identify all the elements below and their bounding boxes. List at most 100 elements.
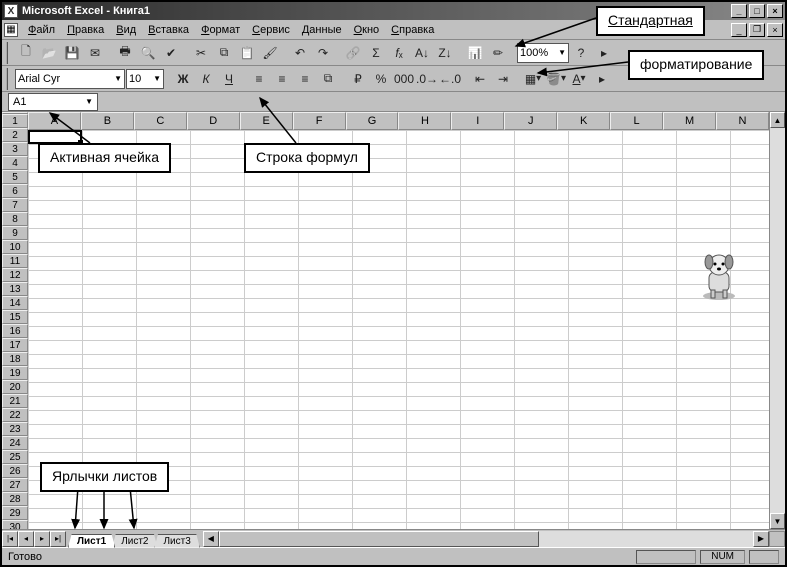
doc-close-button[interactable]: × xyxy=(767,23,783,37)
redo-icon[interactable]: ↷ xyxy=(312,42,334,64)
column-header[interactable]: F xyxy=(293,112,346,130)
row-header[interactable]: 8 xyxy=(2,212,28,226)
row-header[interactable]: 5 xyxy=(2,170,28,184)
row-header[interactable]: 6 xyxy=(2,184,28,198)
row-header[interactable]: 20 xyxy=(2,380,28,394)
borders-icon[interactable]: ▦▾ xyxy=(522,68,544,90)
maximize-button[interactable]: □ xyxy=(749,4,765,18)
new-icon[interactable]: 🗋 xyxy=(15,42,37,64)
menu-вставка[interactable]: Вставка xyxy=(142,22,195,38)
scroll-right-icon[interactable]: ▶ xyxy=(753,531,769,547)
menu-справка[interactable]: Справка xyxy=(385,22,440,38)
sheet-tab[interactable]: Лист2 xyxy=(112,534,157,548)
mail-icon[interactable]: ✉ xyxy=(84,42,106,64)
doc-restore-button[interactable]: ❐ xyxy=(749,23,765,37)
autosum-icon[interactable]: Σ xyxy=(365,42,387,64)
menu-окно[interactable]: Окно xyxy=(348,22,386,38)
copy-icon[interactable]: ⧉ xyxy=(213,42,235,64)
currency-icon[interactable]: ₽ xyxy=(347,68,369,90)
fill-color-icon[interactable]: 🪣▾ xyxy=(545,68,567,90)
vertical-scrollbar[interactable]: ▲ ▼ xyxy=(769,112,785,529)
row-header[interactable]: 10 xyxy=(2,240,28,254)
row-header[interactable]: 26 xyxy=(2,464,28,478)
row-header[interactable]: 14 xyxy=(2,296,28,310)
horizontal-scrollbar[interactable]: ◀ ▶ xyxy=(203,531,769,547)
menu-формат[interactable]: Формат xyxy=(195,22,246,38)
row-header[interactable]: 7 xyxy=(2,198,28,212)
increase-decimal-icon[interactable]: .0→ xyxy=(416,68,438,90)
active-cell-cursor[interactable] xyxy=(28,130,82,144)
tab-prev-icon[interactable]: ◂ xyxy=(18,531,34,547)
scroll-thumb[interactable] xyxy=(219,531,540,547)
menu-вид[interactable]: Вид xyxy=(110,22,142,38)
doc-minimize-button[interactable]: _ xyxy=(731,23,747,37)
menu-сервис[interactable]: Сервис xyxy=(246,22,296,38)
row-header[interactable]: 27 xyxy=(2,478,28,492)
chart-wizard-icon[interactable]: 📊 xyxy=(464,42,486,64)
align-center-icon[interactable]: ≡ xyxy=(271,68,293,90)
comma-icon[interactable]: 000 xyxy=(393,68,415,90)
menu-данные[interactable]: Данные xyxy=(296,22,348,38)
help-icon[interactable]: ? xyxy=(570,42,592,64)
row-header[interactable]: 25 xyxy=(2,450,28,464)
scroll-left-icon[interactable]: ◀ xyxy=(203,531,219,547)
column-header[interactable]: D xyxy=(187,112,240,130)
percent-icon[interactable]: % xyxy=(370,68,392,90)
italic-icon[interactable]: К xyxy=(195,68,217,90)
print-icon[interactable]: 🖶 xyxy=(114,42,136,64)
column-header[interactable]: N xyxy=(716,112,769,130)
row-header[interactable]: 11 xyxy=(2,254,28,268)
menu-правка[interactable]: Правка xyxy=(61,22,110,38)
row-header[interactable]: 16 xyxy=(2,324,28,338)
column-header[interactable]: B xyxy=(81,112,134,130)
row-header[interactable]: 2 xyxy=(2,128,28,142)
column-header[interactable]: J xyxy=(504,112,557,130)
row-header[interactable]: 9 xyxy=(2,226,28,240)
decrease-decimal-icon[interactable]: ←.0 xyxy=(439,68,461,90)
toolbar-more-icon[interactable]: ▸ xyxy=(593,42,615,64)
row-header[interactable]: 15 xyxy=(2,310,28,324)
undo-icon[interactable]: ↶ xyxy=(289,42,311,64)
row-header[interactable]: 3 xyxy=(2,142,28,156)
scroll-down-icon[interactable]: ▼ xyxy=(770,513,785,529)
spellcheck-icon[interactable]: ✔ xyxy=(160,42,182,64)
tab-first-icon[interactable]: |◂ xyxy=(2,531,18,547)
scroll-track[interactable] xyxy=(770,128,785,513)
menu-файл[interactable]: Файл xyxy=(22,22,61,38)
row-header[interactable]: 24 xyxy=(2,436,28,450)
font-color-icon[interactable]: A▾ xyxy=(568,68,590,90)
drawing-icon[interactable]: ✏ xyxy=(487,42,509,64)
column-header[interactable]: M xyxy=(663,112,716,130)
font-combo[interactable]: Arial Cyr ▼ xyxy=(15,69,125,89)
toolbar-grip[interactable] xyxy=(6,42,12,64)
open-icon[interactable]: 📂 xyxy=(38,42,60,64)
align-left-icon[interactable]: ≡ xyxy=(248,68,270,90)
toolbar-more-icon[interactable]: ▸ xyxy=(591,68,613,90)
paste-icon[interactable]: 📋 xyxy=(236,42,258,64)
row-header[interactable]: 12 xyxy=(2,268,28,282)
row-header[interactable]: 19 xyxy=(2,366,28,380)
column-header[interactable]: H xyxy=(398,112,451,130)
sheet-tab[interactable]: Лист3 xyxy=(154,534,199,548)
row-header[interactable]: 22 xyxy=(2,408,28,422)
sheet-tab[interactable]: Лист1 xyxy=(68,534,115,548)
row-header[interactable]: 28 xyxy=(2,492,28,506)
column-header[interactable]: L xyxy=(610,112,663,130)
column-header[interactable]: G xyxy=(346,112,399,130)
workbook-icon[interactable]: ▦ xyxy=(4,23,18,37)
scroll-track[interactable] xyxy=(219,531,753,547)
tab-last-icon[interactable]: ▸| xyxy=(50,531,66,547)
name-box[interactable]: A1 ▼ xyxy=(8,93,98,111)
row-header[interactable]: 17 xyxy=(2,338,28,352)
row-header[interactable]: 30 xyxy=(2,520,28,529)
row-header[interactable]: 23 xyxy=(2,422,28,436)
minimize-button[interactable]: _ xyxy=(731,4,747,18)
close-button[interactable]: × xyxy=(767,4,783,18)
function-icon[interactable]: fₓ xyxy=(388,42,410,64)
column-header[interactable]: C xyxy=(134,112,187,130)
tab-next-icon[interactable]: ▸ xyxy=(34,531,50,547)
toolbar-grip[interactable] xyxy=(6,68,12,90)
decrease-indent-icon[interactable]: ⇤ xyxy=(469,68,491,90)
row-header[interactable]: 18 xyxy=(2,352,28,366)
underline-icon[interactable]: Ч xyxy=(218,68,240,90)
